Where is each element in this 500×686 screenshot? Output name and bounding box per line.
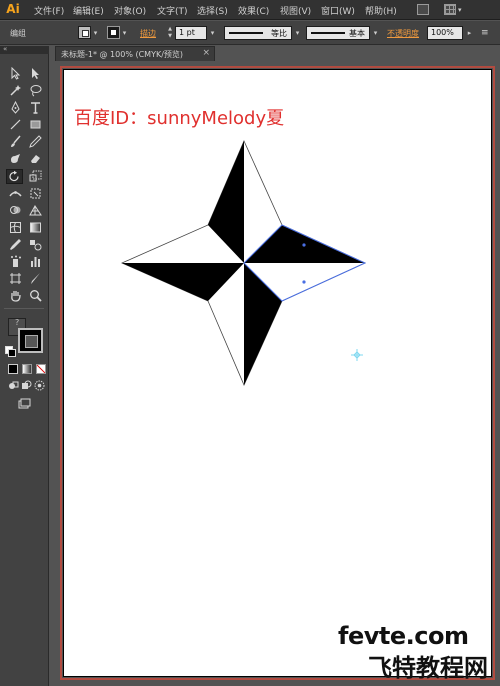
menu-window[interactable]: 窗口(W) [321, 4, 355, 17]
line-segment-tool-icon[interactable] [7, 117, 24, 132]
variable-width-profile[interactable]: 等比 [224, 26, 292, 40]
blend-tool-icon[interactable] [27, 237, 44, 252]
watermark-domain: fevte.com [338, 622, 469, 650]
zoom-tool-icon[interactable] [27, 288, 44, 303]
opacity-panel-link[interactable]: 不透明度 [387, 28, 419, 39]
brush-line-icon [311, 32, 345, 34]
selection-tool-icon[interactable] [7, 66, 24, 81]
app-logo: Ai [6, 2, 20, 16]
color-mode-icon[interactable] [8, 364, 18, 374]
arrange-documents-icon[interactable] [444, 4, 456, 15]
fill-swatch[interactable] [78, 26, 91, 39]
eraser-tool-icon[interactable] [27, 151, 44, 166]
pen-tool-icon[interactable] [7, 100, 24, 115]
brush-definition[interactable]: 基本 [306, 26, 370, 40]
opacity-field[interactable]: 100% [427, 26, 463, 40]
free-transform-tool-icon[interactable] [27, 186, 44, 201]
arrange-caret-icon[interactable]: ▾ [458, 6, 462, 14]
pencil-tool-icon[interactable] [27, 134, 44, 149]
stroke-swatch[interactable] [107, 26, 120, 39]
opacity-caret-icon[interactable]: ▸ [465, 27, 474, 39]
menu-select[interactable]: 选择(S) [197, 4, 228, 17]
menu-type[interactable]: 文字(T) [157, 4, 188, 17]
column-graph-tool-icon[interactable] [27, 254, 44, 269]
profile-line-icon [229, 32, 263, 34]
draw-inside-icon[interactable] [31, 378, 48, 393]
close-tab-icon[interactable]: × [202, 48, 210, 58]
stroke-weight-spinner-icon[interactable]: ▲ ▼ [166, 26, 174, 40]
rotate-tool-icon[interactable] [6, 169, 23, 184]
paintbrush-tool-icon[interactable] [7, 134, 24, 149]
bridge-icon[interactable] [417, 4, 429, 15]
menu-bar: Ai 文件(F) 编辑(E) 对象(O) 文字(T) 选择(S) 效果(C) 视… [0, 0, 500, 20]
slice-tool-icon[interactable] [27, 271, 44, 286]
stroke-panel-link[interactable]: 描边 [140, 28, 156, 39]
scale-tool-icon[interactable] [27, 169, 44, 184]
hand-tool-icon[interactable] [7, 288, 24, 303]
artboard-tool-icon[interactable] [7, 271, 24, 286]
menu-effect[interactable]: 效果(C) [238, 4, 269, 17]
tools-panel: « ? [0, 45, 49, 686]
type-tool-icon[interactable] [27, 100, 44, 115]
rectangle-tool-icon[interactable] [27, 117, 44, 132]
swap-fill-stroke-icon[interactable]: ? [15, 318, 19, 327]
lasso-tool-icon[interactable] [27, 83, 44, 98]
stroke-weight-field[interactable]: 1 pt [175, 26, 207, 40]
menu-view[interactable]: 视图(V) [280, 4, 311, 17]
brush-label: 基本 [349, 29, 365, 38]
tools-panel-header[interactable]: « [0, 45, 49, 54]
fill-dropdown-caret-icon[interactable]: ▾ [91, 27, 100, 39]
selection-type-label: 编组 [10, 29, 26, 38]
artboard[interactable] [63, 69, 492, 677]
more-options-icon[interactable]: ≡ [481, 28, 489, 38]
symbol-sprayer-tool-icon[interactable] [7, 254, 24, 269]
menu-help[interactable]: 帮助(H) [365, 4, 397, 17]
menu-file[interactable]: 文件(F) [34, 4, 64, 17]
menu-object[interactable]: 对象(O) [114, 4, 146, 17]
profile-label: 等比 [271, 29, 287, 38]
profile-caret-icon[interactable]: ▾ [293, 27, 302, 39]
eyedropper-tool-icon[interactable] [7, 237, 24, 252]
stroke-dropdown-caret-icon[interactable]: ▾ [120, 27, 129, 39]
document-tab[interactable]: 未标题-1* @ 100% (CMYK/预览) × [55, 46, 215, 61]
gradient-mode-icon[interactable] [22, 364, 32, 374]
stroke-color-box[interactable] [18, 328, 43, 353]
watermark-chinese: 飞特教程网 [368, 654, 488, 682]
tools-separator [4, 308, 44, 309]
gradient-tool-icon[interactable] [27, 220, 44, 235]
magic-wand-tool-icon[interactable] [7, 83, 24, 98]
collapse-panel-icon[interactable]: « [3, 45, 7, 53]
brush-caret-icon[interactable]: ▾ [371, 27, 380, 39]
mesh-tool-icon[interactable] [7, 220, 24, 235]
author-credit-text: 百度ID：sunnyMelody夏 [74, 108, 285, 129]
stroke-weight-caret-icon[interactable]: ▾ [208, 27, 217, 39]
document-tab-title: 未标题-1* @ 100% (CMYK/预览) [61, 50, 184, 59]
width-tool-icon[interactable] [7, 186, 24, 201]
blob-brush-tool-icon[interactable] [7, 151, 24, 166]
perspective-grid-tool-icon[interactable] [27, 203, 44, 218]
none-mode-icon[interactable] [36, 364, 46, 374]
shape-builder-tool-icon[interactable] [7, 203, 24, 218]
default-fill-stroke-icon[interactable] [5, 346, 16, 357]
menu-edit[interactable]: 编辑(E) [73, 4, 104, 17]
direct-selection-tool-icon[interactable] [27, 66, 44, 81]
change-screen-mode-icon[interactable] [16, 396, 33, 411]
control-bar: 编组 ▾ ▾ 描边 ▲ ▼ 1 pt ▾ 等比 ▾ 基本 ▾ 不透明度 100% … [0, 21, 500, 45]
